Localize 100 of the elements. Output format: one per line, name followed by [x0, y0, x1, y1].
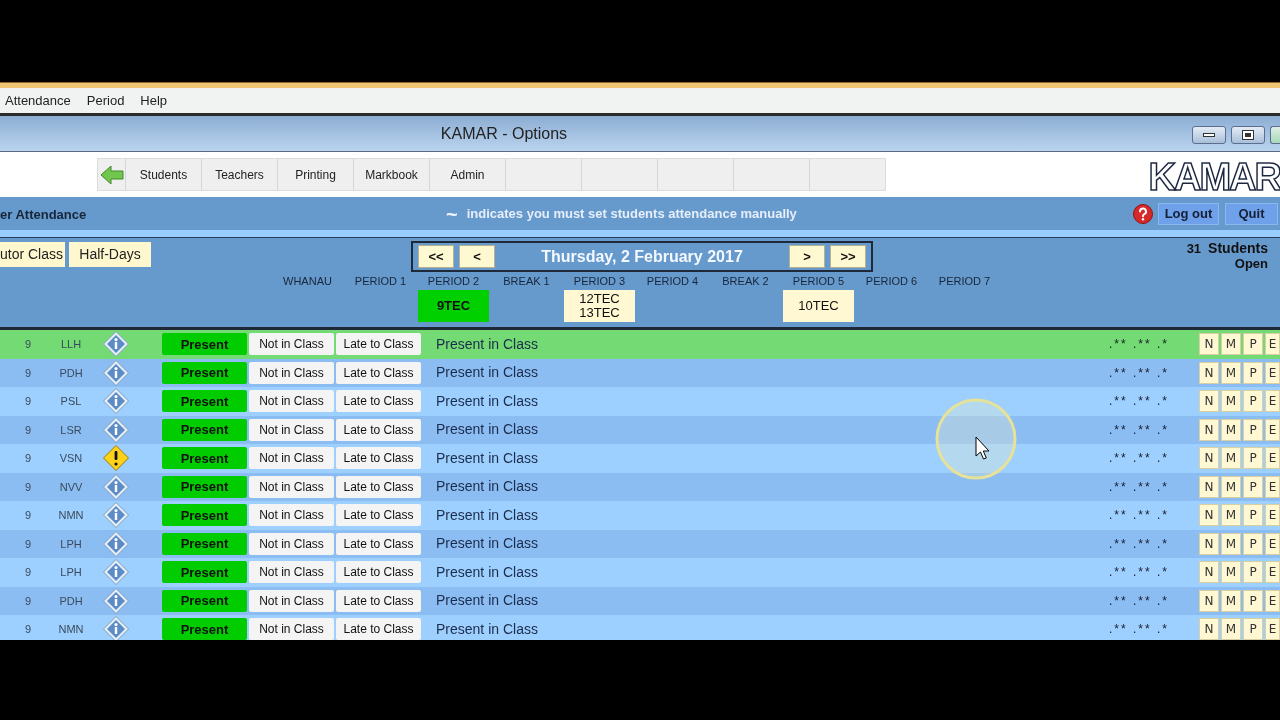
- attendance-option[interactable]: Not in Class: [249, 447, 334, 470]
- attendance-option[interactable]: Late to Class: [336, 475, 421, 498]
- nav-button[interactable]: >>: [830, 245, 866, 268]
- code-button[interactable]: N: [1199, 447, 1219, 470]
- filter-button[interactable]: utor Class: [0, 242, 65, 267]
- code-button[interactable]: M: [1221, 532, 1241, 555]
- code-button[interactable]: M: [1221, 504, 1241, 527]
- attendance-option[interactable]: Not in Class: [249, 504, 334, 527]
- class-button[interactable]: 12TEC 13TEC: [564, 290, 635, 322]
- code-button[interactable]: M: [1221, 561, 1241, 584]
- code-button[interactable]: E: [1265, 361, 1280, 384]
- info-icon[interactable]: [103, 587, 129, 614]
- attendance-row[interactable]: 9 PDH Present Not in Class Late to Class Present in Class .** .** .* N M P E: [0, 358, 1280, 387]
- code-button[interactable]: P: [1243, 532, 1263, 555]
- attendance-row[interactable]: 9 LSR Present Not in Class Late to Class Present in Class .** .** .* N M P E: [0, 415, 1280, 444]
- attendance-option[interactable]: Late to Class: [336, 561, 421, 584]
- attendance-option[interactable]: Late to Class: [336, 418, 421, 441]
- code-button[interactable]: N: [1199, 475, 1219, 498]
- attendance-option[interactable]: Present: [162, 390, 247, 413]
- code-button[interactable]: E: [1265, 418, 1280, 441]
- attendance-option[interactable]: Not in Class: [249, 532, 334, 555]
- attendance-option[interactable]: Present: [162, 447, 247, 470]
- attendance-option[interactable]: Late to Class: [336, 447, 421, 470]
- minimize-button[interactable]: [1192, 125, 1226, 144]
- code-button[interactable]: E: [1265, 561, 1280, 584]
- code-button[interactable]: N: [1199, 333, 1219, 356]
- info-icon[interactable]: [103, 388, 129, 415]
- code-button[interactable]: E: [1265, 618, 1280, 640]
- menu-item[interactable]: Attendance: [5, 94, 71, 107]
- nav-button[interactable]: <: [459, 245, 495, 268]
- attendance-option[interactable]: Present: [162, 333, 247, 356]
- attendance-option[interactable]: Late to Class: [336, 589, 421, 612]
- attendance-option[interactable]: Not in Class: [249, 333, 334, 356]
- info-icon[interactable]: [103, 616, 129, 640]
- attendance-option[interactable]: Not in Class: [249, 390, 334, 413]
- attendance-option[interactable]: Present: [162, 589, 247, 612]
- attendance-option[interactable]: Present: [162, 418, 247, 441]
- code-button[interactable]: M: [1221, 475, 1241, 498]
- attendance-row[interactable]: 9 NVV Present Not in Class Late to Class Present in Class .** .** .* N M P E: [0, 472, 1280, 501]
- attendance-row[interactable]: 9 NMN Present Not in Class Late to Class Present in Class .** .** .* N M P E: [0, 501, 1280, 530]
- toolbar-tab[interactable]: Printing: [277, 159, 353, 190]
- code-button[interactable]: M: [1221, 390, 1241, 413]
- attendance-option[interactable]: Not in Class: [249, 618, 334, 640]
- code-button[interactable]: E: [1265, 333, 1280, 356]
- code-button[interactable]: P: [1243, 447, 1263, 470]
- toolbar-tab[interactable]: Admin: [429, 159, 505, 190]
- code-button[interactable]: N: [1199, 361, 1219, 384]
- code-button[interactable]: M: [1221, 361, 1241, 384]
- class-button[interactable]: 9TEC: [418, 290, 489, 322]
- code-button[interactable]: P: [1243, 361, 1263, 384]
- code-button[interactable]: E: [1265, 532, 1280, 555]
- attendance-row[interactable]: 9 LPH Present Not in Class Late to Class Present in Class .** .** .* N M P E: [0, 529, 1280, 558]
- attendance-option[interactable]: Present: [162, 561, 247, 584]
- class-button[interactable]: 10TEC: [783, 290, 854, 322]
- filter-button[interactable]: Half-Days: [69, 242, 151, 267]
- attendance-option[interactable]: Late to Class: [336, 618, 421, 640]
- attendance-option[interactable]: Not in Class: [249, 475, 334, 498]
- toolbar-tab[interactable]: Teachers: [201, 159, 277, 190]
- attendance-option[interactable]: Present: [162, 618, 247, 640]
- warning-icon[interactable]: [103, 445, 129, 472]
- help-icon[interactable]: [1133, 203, 1153, 224]
- code-button[interactable]: P: [1243, 561, 1263, 584]
- attendance-row[interactable]: 9 LPH Present Not in Class Late to Class Present in Class .** .** .* N M P E: [0, 558, 1280, 587]
- window-control-button[interactable]: [1270, 125, 1280, 144]
- code-button[interactable]: E: [1265, 390, 1280, 413]
- attendance-row[interactable]: 9 NMN Present Not in Class Late to Class Present in Class .** .** .* N M P E: [0, 615, 1280, 640]
- header-button[interactable]: Log out: [1158, 202, 1219, 225]
- attendance-option[interactable]: Late to Class: [336, 361, 421, 384]
- code-button[interactable]: E: [1265, 447, 1280, 470]
- code-button[interactable]: E: [1265, 475, 1280, 498]
- code-button[interactable]: E: [1265, 504, 1280, 527]
- info-icon[interactable]: [103, 502, 129, 529]
- attendance-row[interactable]: 9 PSL Present Not in Class Late to Class Present in Class .** .** .* N M P E: [0, 387, 1280, 416]
- code-button[interactable]: M: [1221, 333, 1241, 356]
- info-icon[interactable]: [103, 331, 129, 358]
- attendance-row[interactable]: 9 LLH Present Not in Class Late to Class Present in Class .** .** .* N M P E: [0, 330, 1280, 359]
- maximize-button[interactable]: [1231, 125, 1265, 144]
- nav-button[interactable]: <<: [418, 245, 454, 268]
- attendance-option[interactable]: Not in Class: [249, 361, 334, 384]
- toolbar-tab[interactable]: Students: [125, 159, 201, 190]
- attendance-option[interactable]: Late to Class: [336, 333, 421, 356]
- code-button[interactable]: N: [1199, 504, 1219, 527]
- code-button[interactable]: N: [1199, 561, 1219, 584]
- info-icon[interactable]: [103, 359, 129, 386]
- code-button[interactable]: N: [1199, 589, 1219, 612]
- code-button[interactable]: M: [1221, 618, 1241, 640]
- attendance-option[interactable]: Not in Class: [249, 418, 334, 441]
- header-button[interactable]: Quit: [1225, 202, 1278, 225]
- attendance-row[interactable]: 9 VSN Present Not in Class Late to Class Present in Class .** .** .* N M P E: [0, 444, 1280, 473]
- attendance-option[interactable]: Present: [162, 361, 247, 384]
- attendance-option[interactable]: Late to Class: [336, 532, 421, 555]
- info-icon[interactable]: [103, 559, 129, 586]
- code-button[interactable]: P: [1243, 418, 1263, 441]
- attendance-option[interactable]: Present: [162, 532, 247, 555]
- code-button[interactable]: M: [1221, 589, 1241, 612]
- code-button[interactable]: N: [1199, 418, 1219, 441]
- menu-item[interactable]: Period: [86, 94, 125, 107]
- toolbar-tab[interactable]: Markbook: [353, 159, 429, 190]
- code-button[interactable]: M: [1221, 418, 1241, 441]
- attendance-option[interactable]: Late to Class: [336, 390, 421, 413]
